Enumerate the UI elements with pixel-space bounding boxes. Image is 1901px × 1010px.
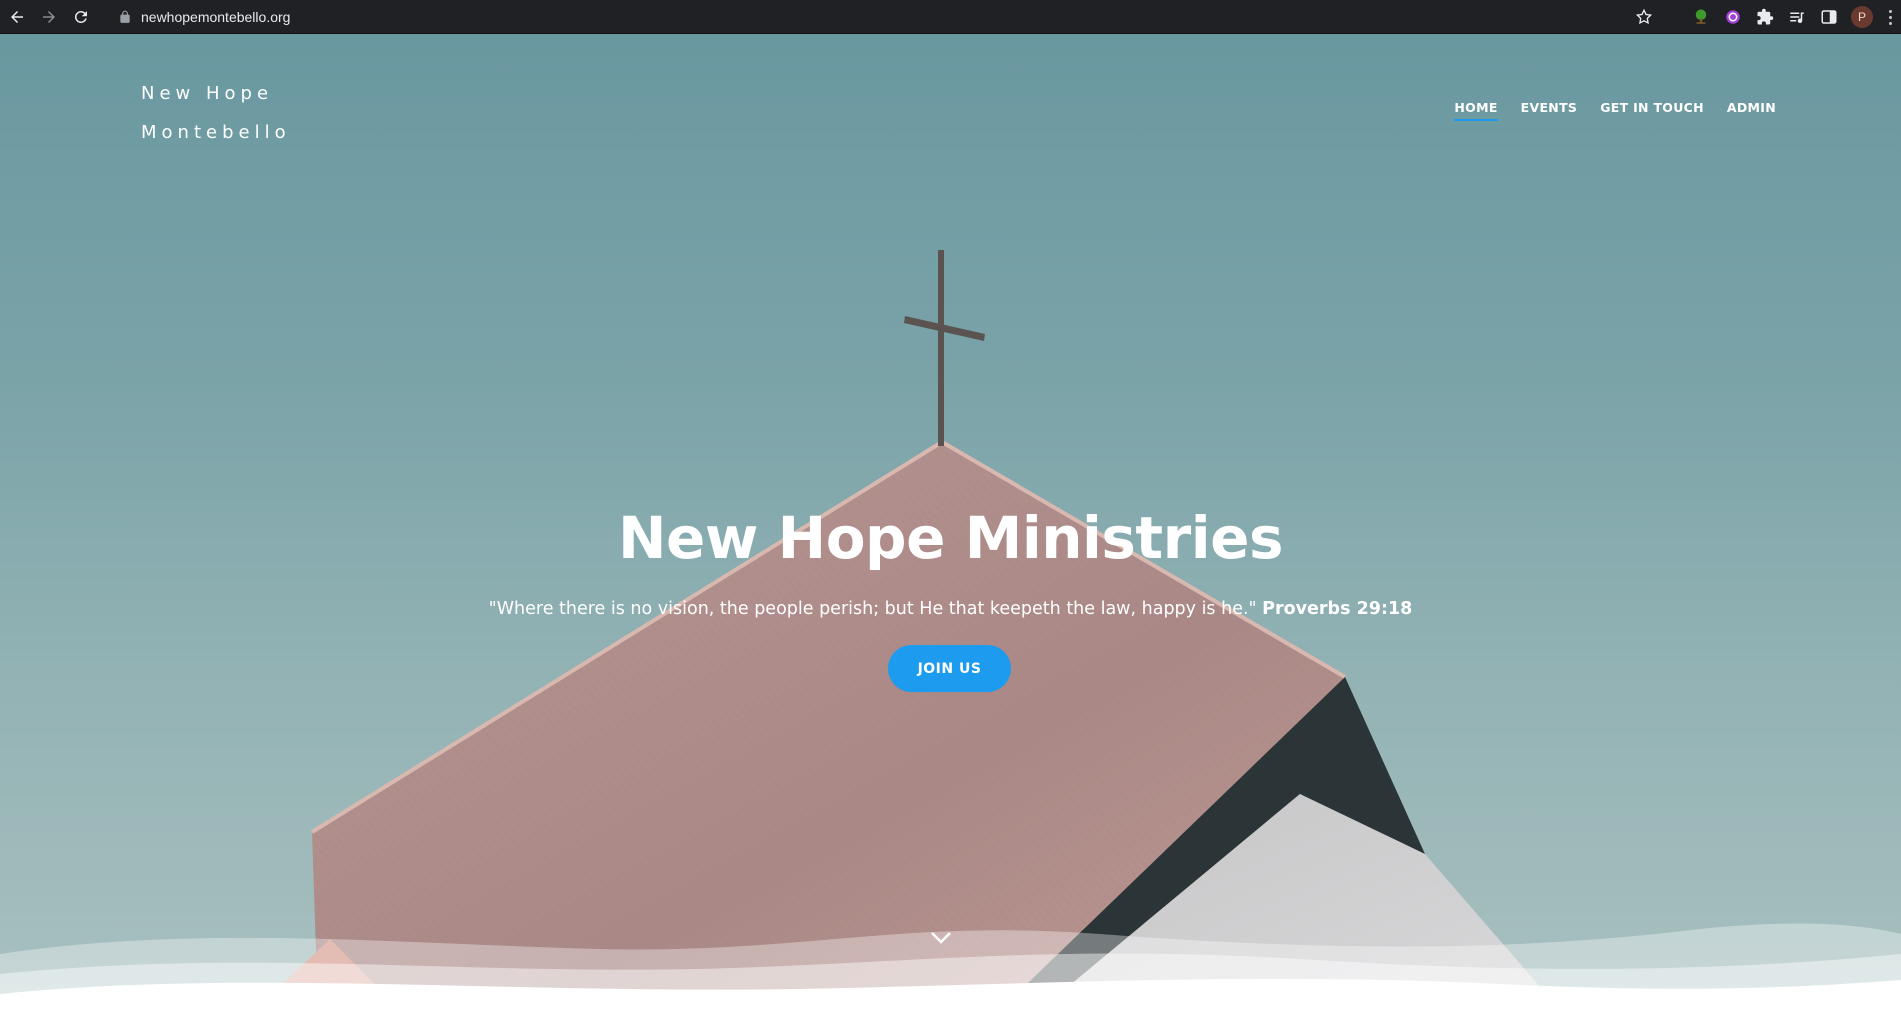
reading-list-icon [1790,12,1804,24]
side-panel-button[interactable] [1819,7,1839,27]
nav-get-in-touch[interactable]: GET IN TOUCH [1600,100,1704,121]
hero-verse: "Where there is no vision, the people pe… [0,599,1901,619]
back-button[interactable] [2,2,32,32]
chevron-down-icon[interactable] [929,930,953,946]
nav-home[interactable]: HOME [1454,100,1498,121]
reading-list-button[interactable] [1787,7,1807,27]
browser-toolbar: newhopemontebello.org P [0,0,1901,34]
forward-button[interactable] [34,2,64,32]
side-panel-icon [1821,10,1837,24]
brand-line-1: New Hope [141,83,274,104]
wave-divider [0,923,1901,1010]
forward-arrow-icon [43,10,55,23]
tree-extension-icon [1695,9,1707,24]
verse-reference: Proverbs 29:18 [1262,599,1413,619]
purple-extension-icon [1726,10,1740,24]
bookmark-star-icon[interactable] [1635,8,1653,26]
brand-line-2: Montebello [141,122,291,143]
reload-button[interactable] [66,2,96,32]
profile-avatar[interactable]: P [1851,6,1873,28]
join-us-button[interactable]: JOIN US [888,645,1011,692]
main-nav: HOME EVENTS GET IN TOUCH ADMIN [1454,100,1776,121]
site-brand[interactable]: New Hope Montebello [141,74,291,152]
purple-extension-button[interactable] [1723,7,1743,27]
back-arrow-icon [11,10,23,23]
hero-title: New Hope Ministries [618,504,1283,572]
hero-section: New Hope Montebello HOME EVENTS GET IN T… [0,34,1901,1010]
lock-icon [120,10,130,23]
address-bar-url: newhopemontebello.org [141,9,291,25]
reload-icon [74,10,87,23]
extensions-bar: P [1691,0,1901,34]
nav-events[interactable]: EVENTS [1521,100,1578,121]
nav-admin[interactable]: ADMIN [1727,100,1776,121]
extensions-button[interactable] [1755,7,1775,27]
menu-kebab-icon[interactable] [1885,7,1895,27]
verse-text: "Where there is no vision, the people pe… [488,599,1257,619]
puzzle-extensions-icon [1757,8,1774,25]
address-bar[interactable]: newhopemontebello.org [106,4,1661,30]
tree-extension-button[interactable] [1691,7,1711,27]
